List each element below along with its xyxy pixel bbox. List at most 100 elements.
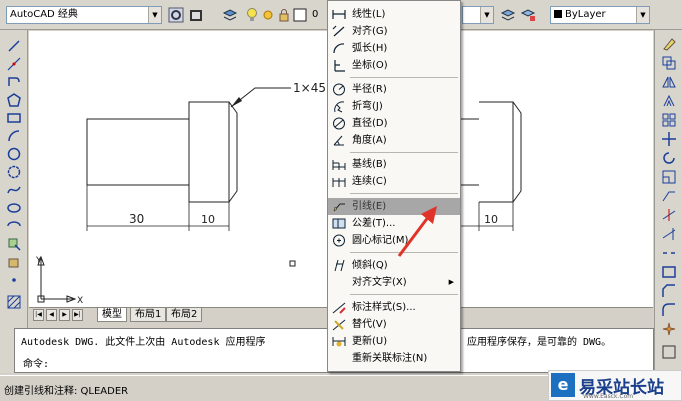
sun-icon[interactable] [260, 7, 276, 23]
hatch-icon[interactable] [6, 294, 22, 310]
ucs-y-label: Y [35, 256, 42, 266]
join-icon[interactable] [661, 264, 677, 280]
scale-icon[interactable] [661, 169, 677, 185]
stretch-icon[interactable] [661, 188, 677, 204]
ellipse-arc-icon[interactable] [6, 218, 22, 234]
angle-icon [333, 135, 344, 146]
center-mark-icon [333, 234, 345, 247]
menu-item-reassociate[interactable]: 重新关联标注(N) [328, 350, 460, 367]
chevron-down-icon: ▼ [636, 7, 649, 23]
dim-style-icon [332, 302, 346, 314]
aligned-dim-icon [332, 25, 345, 37]
menu-item-diameter[interactable]: 直径(D) [328, 115, 460, 132]
watermark: e 易采站长站 Www.Easck.Com [548, 370, 682, 401]
menu-item-jogged[interactable]: 折弯(J) [328, 98, 460, 115]
last-tab-button[interactable]: ▶| [72, 309, 83, 321]
menu-item-arc-length[interactable]: 弧长(H) [328, 40, 460, 57]
fillet-icon[interactable] [661, 302, 677, 318]
red-pointer-arrow [397, 206, 437, 257]
tab-layout1[interactable]: 布局1 [130, 308, 167, 322]
break-icon[interactable] [661, 245, 677, 261]
point-icon[interactable] [6, 272, 22, 288]
offset-icon[interactable] [661, 93, 677, 109]
diameter-icon [333, 117, 345, 130]
menu-item-override[interactable]: 替代(V) [328, 316, 460, 333]
polyline-icon[interactable] [6, 74, 22, 90]
move-icon[interactable] [661, 131, 677, 147]
menu-item-linear[interactable]: 线性(L) [328, 6, 460, 23]
right-flange-body [479, 101, 522, 203]
pickbox-cursor [289, 260, 296, 267]
command-prompt: 命令: [23, 359, 50, 370]
layer-state-icon[interactable] [520, 7, 536, 23]
circle-icon[interactable] [6, 146, 22, 162]
command-history-line: Autodesk DWG. 此文件上次由 Autodesk 应用程序 [21, 337, 266, 348]
menu-item-update[interactable]: 更新(U) [328, 333, 460, 350]
construction-line-icon[interactable] [6, 56, 22, 72]
command-history-tail: 应用程序保存，是可靠的 DWG。 [467, 337, 612, 348]
toolbar-lock-icon[interactable] [188, 7, 204, 23]
menu-item-radius[interactable]: 半径(R) [328, 81, 460, 98]
tolerance-icon [332, 218, 346, 229]
linetype-value: ByLayer [565, 9, 606, 20]
menu-separator [350, 152, 458, 153]
tool-palette-icon[interactable] [661, 344, 677, 360]
workspace-dropdown[interactable]: AutoCAD 经典 ▼ [6, 6, 162, 24]
tab-layout2[interactable]: 布局2 [166, 308, 203, 322]
layers-icon[interactable] [222, 7, 238, 23]
command-window-grip[interactable] [0, 328, 14, 373]
ordinate-icon [334, 60, 345, 72]
line-tool-icon[interactable] [6, 38, 22, 54]
bulb-icon[interactable] [244, 7, 260, 23]
menu-item-angle[interactable]: 角度(A) [328, 132, 460, 149]
prev-tab-button[interactable]: ◀ [46, 309, 57, 321]
menu-item-align-text[interactable]: 对齐文字(X) ▶ [328, 274, 460, 291]
array-icon[interactable] [661, 112, 677, 128]
extend-icon[interactable] [661, 226, 677, 242]
polygon-icon[interactable] [6, 92, 22, 108]
copy-icon[interactable] [661, 55, 677, 71]
baseline-icon [332, 160, 346, 170]
color-swatch-icon[interactable] [292, 7, 308, 23]
arc-length-icon [333, 43, 345, 54]
next-tab-button[interactable]: ▶ [59, 309, 70, 321]
menu-item-ordinate[interactable]: 坐标(O) [328, 57, 460, 74]
ellipse-icon[interactable] [6, 200, 22, 216]
rotate-icon[interactable] [661, 150, 677, 166]
layer-dropdown-end[interactable]: ▼ [462, 6, 494, 24]
workspace-settings-icon[interactable] [168, 7, 184, 23]
leader-icon [333, 203, 345, 212]
layer-previous-icon[interactable] [500, 7, 516, 23]
menu-item-dim-style[interactable]: 标注样式(S)... [328, 299, 460, 316]
continue-icon [332, 178, 346, 187]
mirror-icon[interactable] [661, 74, 677, 90]
submenu-arrow-icon: ▶ [448, 278, 454, 286]
ucs-icon [37, 255, 77, 303]
arc-icon[interactable] [6, 128, 22, 144]
menu-item-baseline[interactable]: 基线(B) [328, 156, 460, 173]
oblique-icon [334, 259, 345, 272]
menu-separator [350, 294, 458, 295]
rectangle-icon[interactable] [6, 110, 22, 126]
workspace-value: AutoCAD 经典 [10, 9, 78, 20]
insert-block-icon[interactable] [6, 236, 22, 252]
chamfer-icon[interactable] [661, 283, 677, 299]
explode-icon[interactable] [661, 321, 677, 337]
lock-icon[interactable] [276, 7, 292, 23]
watermark-url: Www.Easck.Com [583, 393, 634, 400]
first-tab-button[interactable]: |◀ [33, 309, 44, 321]
tab-model[interactable]: 模型 [97, 308, 127, 322]
linetype-dropdown[interactable]: ByLayer ▼ [550, 6, 650, 24]
chevron-down-icon: ▼ [480, 7, 493, 23]
spline-icon[interactable] [6, 182, 22, 198]
menu-item-continue[interactable]: 连续(C) [328, 173, 460, 190]
flange-body [188, 101, 238, 203]
make-block-icon[interactable] [6, 254, 22, 270]
trim-icon[interactable] [661, 207, 677, 223]
erase-icon[interactable] [661, 36, 677, 52]
dim-text-30: 30 [129, 212, 144, 226]
revision-cloud-icon[interactable] [6, 164, 22, 180]
dim-text-right-10: 10 [484, 213, 498, 226]
menu-item-aligned[interactable]: 对齐(G) [328, 23, 460, 40]
menu-separator [350, 193, 458, 194]
